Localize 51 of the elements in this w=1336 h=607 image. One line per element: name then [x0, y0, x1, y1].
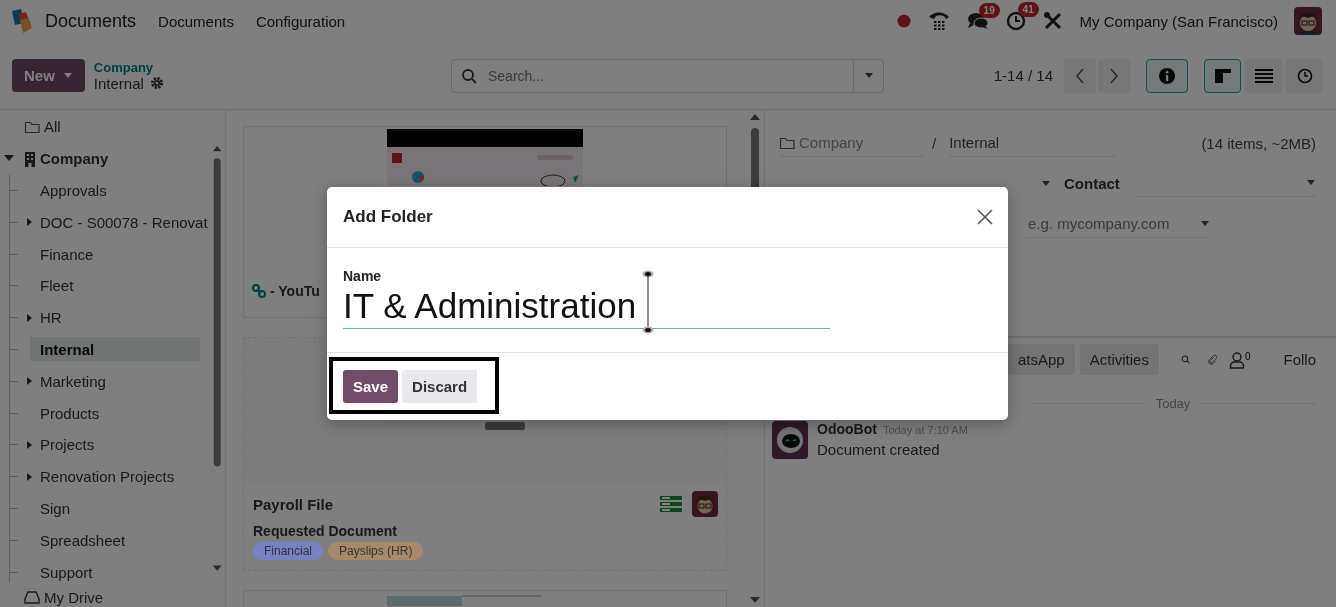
notification-badge: 41 — [1017, 2, 1039, 17]
sidebar-item[interactable]: Internal — [30, 337, 200, 362]
domain-field[interactable]: e.g. mycompany.com — [1026, 214, 1190, 233]
tag: Financial — [253, 542, 324, 560]
sidebar-item[interactable]: My Drive — [20, 585, 108, 607]
document-subtitle: Requested Document — [253, 523, 398, 539]
sidebar-item[interactable]: Finance — [30, 242, 200, 267]
tag: Payslips (HR) — [328, 542, 424, 560]
menu-item[interactable]: Configuration — [255, 12, 346, 30]
folder-name-field[interactable]: Internal — [949, 129, 1118, 157]
dialog-title: Add Folder — [343, 207, 433, 227]
search-input[interactable]: Search... — [486, 66, 853, 85]
sidebar-item[interactable]: Sign — [30, 496, 200, 521]
folder-summary: (14 items, ~2MB) — [1201, 134, 1316, 152]
app-name[interactable]: Documents — [45, 10, 137, 32]
message-author[interactable]: OdooBot — [817, 421, 877, 437]
chatter-button[interactable]: Activities — [1079, 344, 1159, 375]
sidebar-item[interactable]: Fleet — [30, 273, 200, 298]
path-separator: / — [932, 134, 937, 152]
breadcrumb-current: Internal — [93, 74, 144, 92]
document-title: Payroll File — [253, 495, 334, 513]
notification-badge: 19 — [978, 3, 1000, 18]
sidebar-item[interactable]: Products — [30, 401, 200, 426]
followers-button[interactable]: 0 — [1228, 350, 1251, 369]
follow-button[interactable]: Follo — [1283, 351, 1316, 368]
name-input[interactable]: IT & Administration — [343, 284, 830, 328]
folder-field[interactable]: Company — [779, 129, 925, 157]
sidebar-item[interactable]: Spreadsheet — [30, 528, 200, 553]
field-label: Contact — [1064, 174, 1120, 192]
sidebar-item[interactable]: Marketing — [34, 369, 200, 394]
pager-value: 1-14 / 14 — [993, 67, 1053, 84]
chatter-button[interactable]: atsApp — [1008, 344, 1075, 375]
search-bar[interactable]: Search... — [451, 58, 853, 93]
new-button[interactable]: New — [12, 59, 85, 92]
message-text: Document created — [817, 441, 941, 458]
sidebar-item[interactable]: HR — [34, 305, 200, 330]
sidebar-item[interactable]: Support — [30, 560, 200, 585]
field-label: Name — [343, 268, 383, 284]
breadcrumb-link[interactable]: Company — [93, 59, 164, 75]
sidebar-item[interactable]: Approvals — [30, 178, 200, 203]
menu-item[interactable]: Documents — [158, 12, 234, 30]
company-switcher[interactable]: My Company (San Francisco) — [1079, 12, 1278, 30]
sidebar-item[interactable]: Company — [20, 146, 113, 171]
sidebar-item[interactable]: DOC - S00078 - Renovat — [34, 210, 212, 235]
dialog-button[interactable]: Discard — [402, 370, 478, 403]
dialog-button[interactable]: Save — [343, 370, 399, 403]
date-separator: Today — [1155, 395, 1191, 411]
sidebar-item[interactable]: Renovation Projects — [34, 464, 200, 489]
sidebar-item[interactable]: All — [20, 114, 65, 139]
sidebar-item[interactable]: Projects — [34, 432, 200, 457]
document-title: - YouTu — [270, 283, 320, 299]
